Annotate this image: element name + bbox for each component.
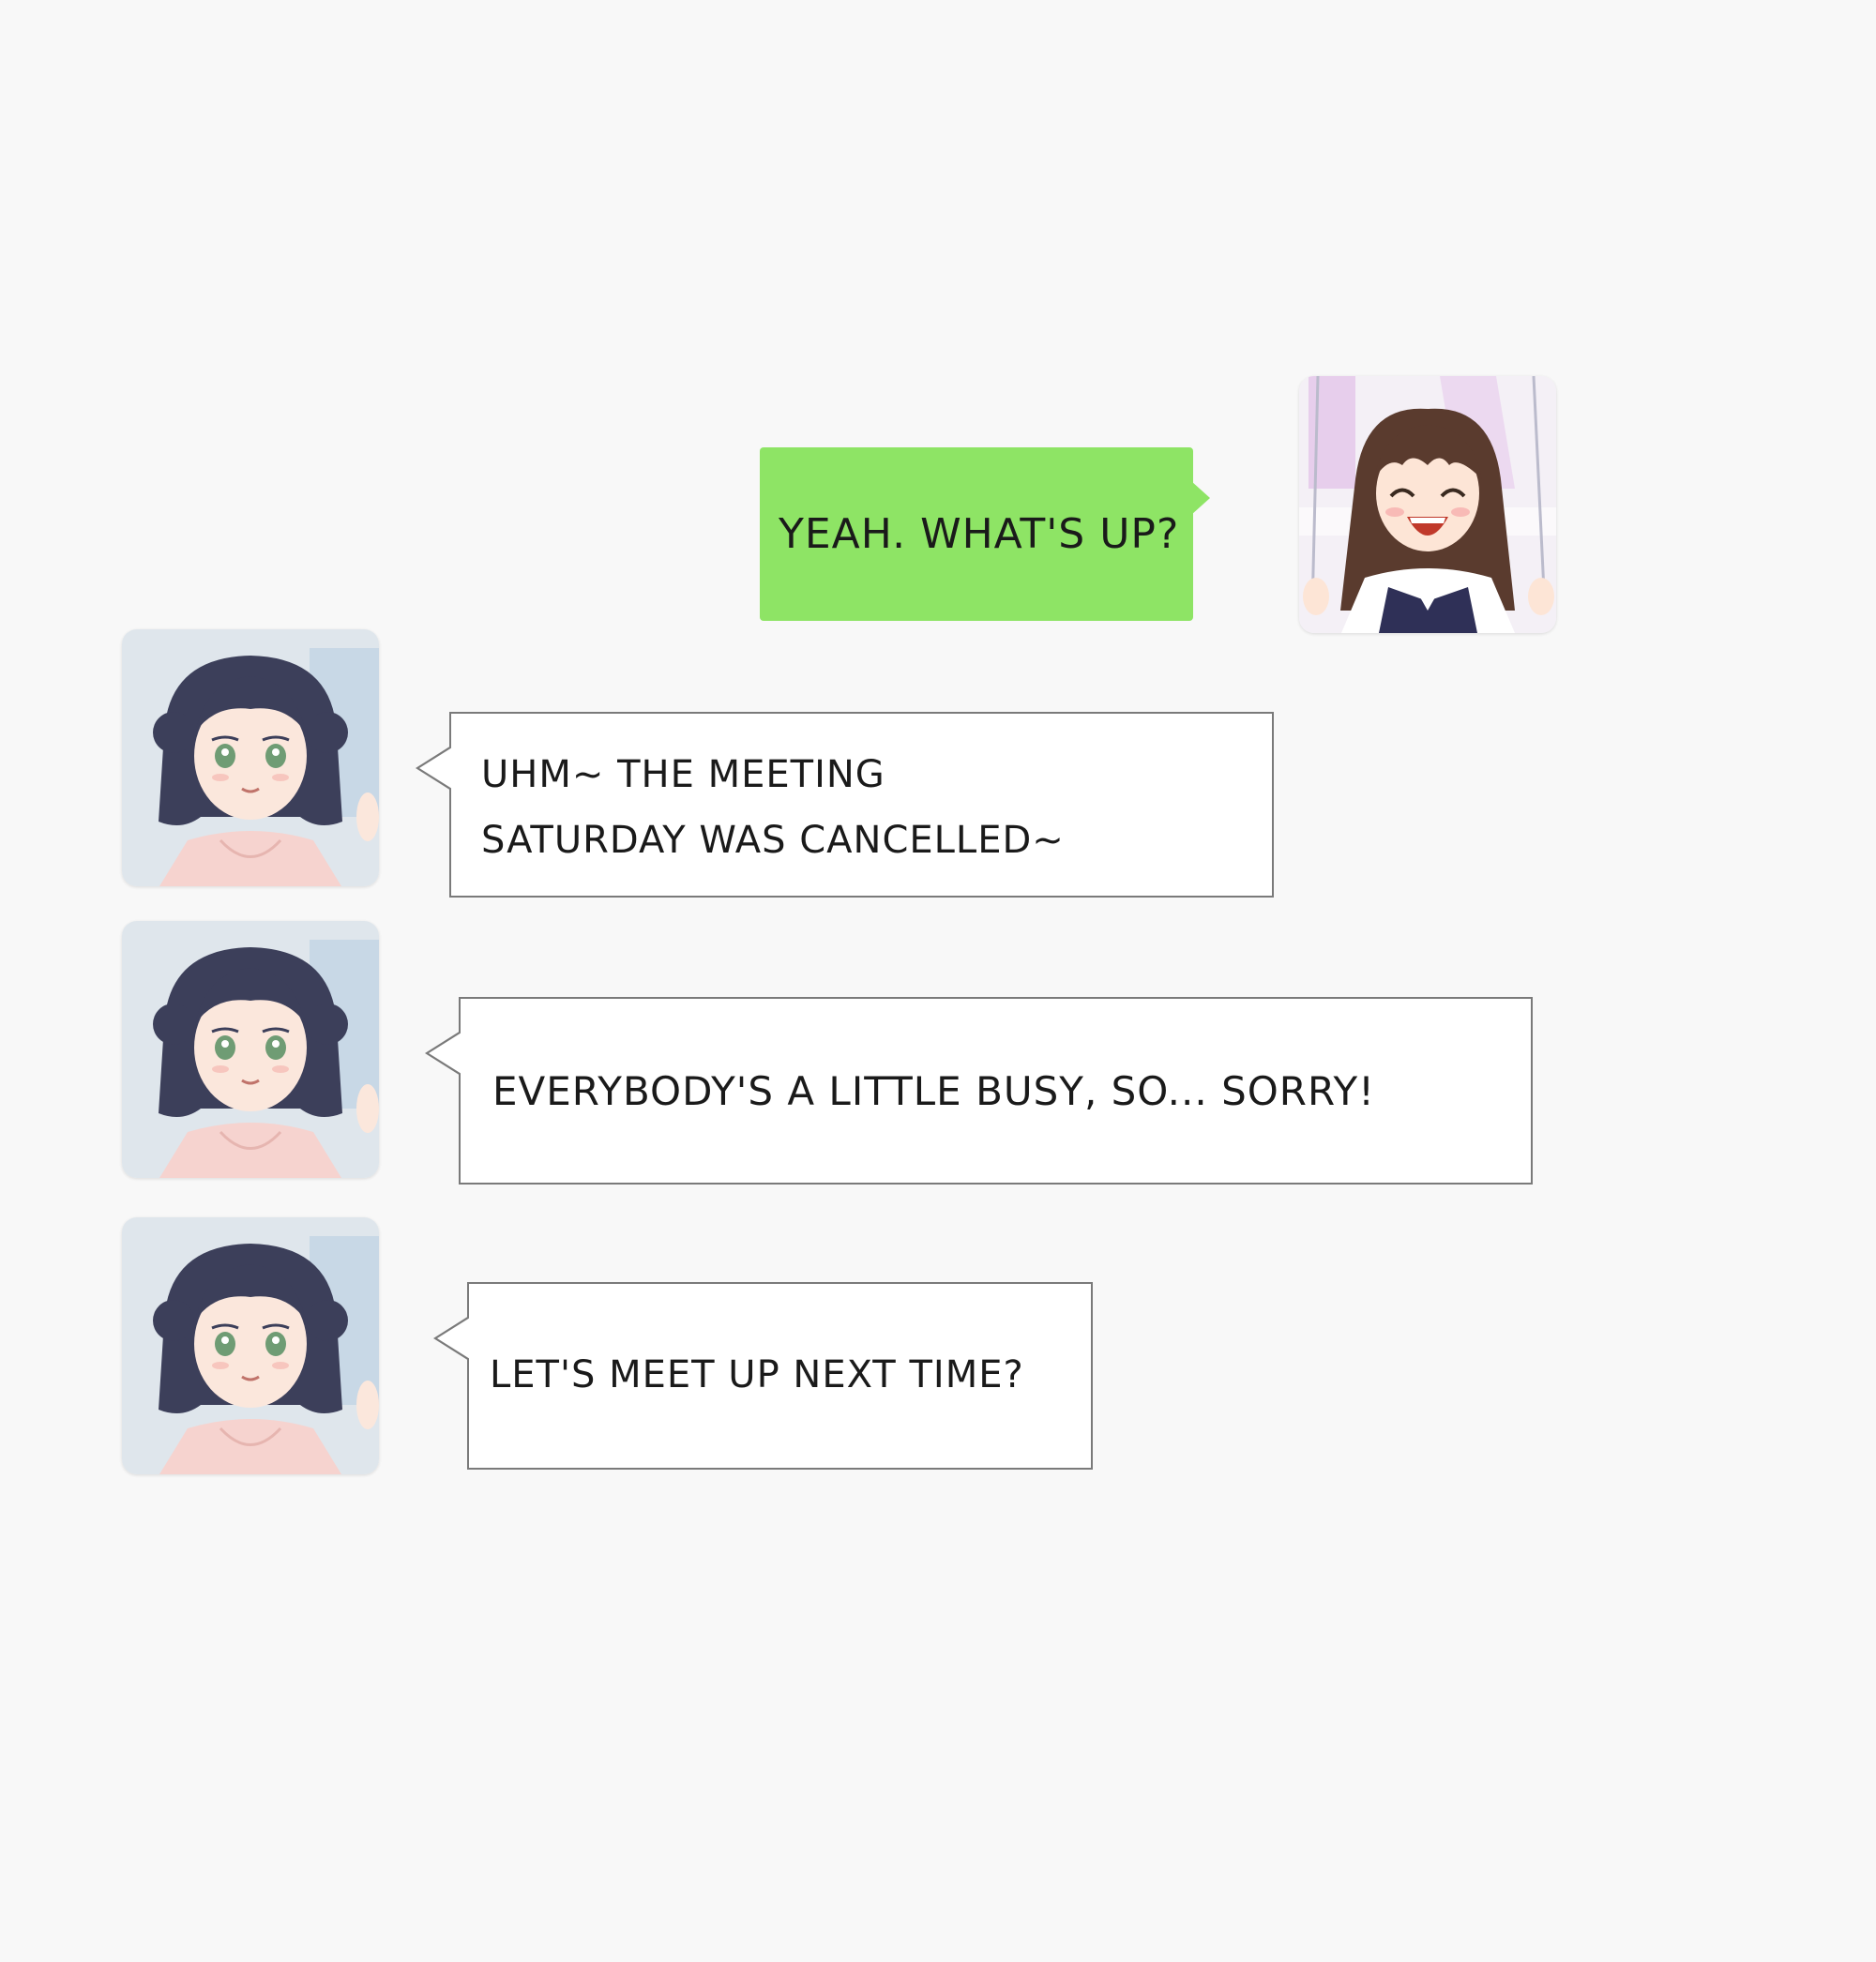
sent-message-bubble: YEAH. WHAT'S UP? [760,447,1210,621]
dark-haired-girl-avatar-icon [122,1217,379,1474]
message-text: EVERYBODY'S A LITTLE BUSY, SO... SORRY! [492,1068,1375,1114]
received-message-bubble: EVERYBODY'S A LITTLE BUSY, SO... SORRY! [425,997,1533,1185]
message-text: YEAH. WHAT'S UP? [779,510,1180,558]
message-text: LET'S MEET UP NEXT TIME? [490,1353,1024,1396]
received-message-bubble: LET'S MEET UP NEXT TIME? [433,1282,1093,1470]
received-message-bubble: UHM~ THE MEETING SATURDAY WAS CANCELLED~ [416,712,1274,898]
laughing-girl-avatar-icon [1299,376,1556,633]
friend-avatar[interactable] [122,1217,379,1474]
my-avatar[interactable] [1299,376,1556,633]
friend-avatar[interactable] [122,629,379,886]
message-text-line-1: UHM~ THE MEETING [481,753,885,796]
dark-haired-girl-avatar-icon [122,629,379,886]
message-text-line-2: SATURDAY WAS CANCELLED~ [481,819,1065,862]
dark-haired-girl-avatar-icon [122,921,379,1178]
friend-avatar[interactable] [122,921,379,1178]
